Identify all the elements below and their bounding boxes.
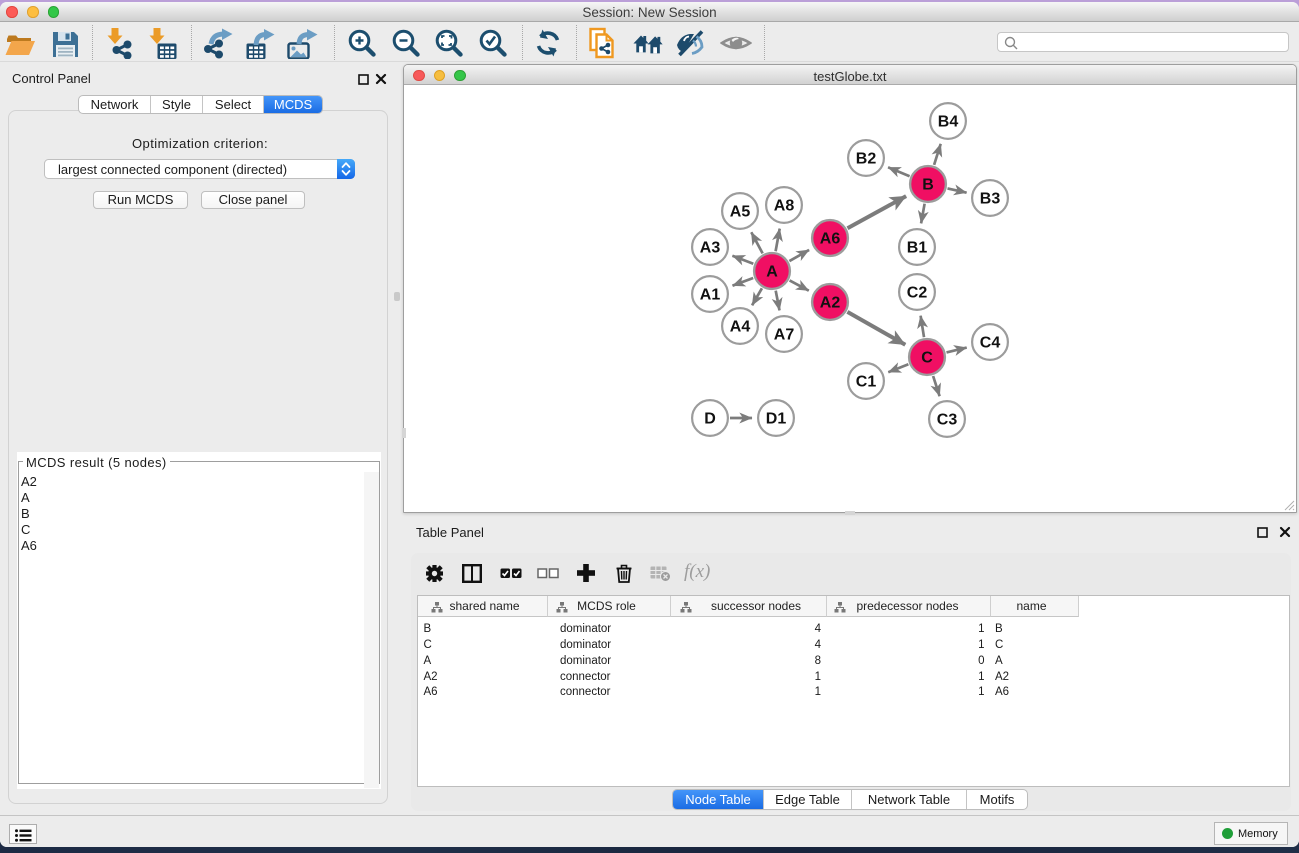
- svg-text:B: B: [922, 177, 934, 194]
- svg-text:B2: B2: [856, 151, 877, 168]
- svg-text:A: A: [766, 264, 778, 281]
- svg-text:A4: A4: [730, 319, 751, 336]
- svg-text:A5: A5: [730, 204, 751, 221]
- svg-text:A7: A7: [774, 327, 795, 344]
- svg-text:A1: A1: [700, 287, 721, 304]
- svg-text:C4: C4: [980, 335, 1001, 352]
- svg-text:C: C: [921, 350, 933, 367]
- svg-text:C2: C2: [907, 285, 928, 302]
- svg-text:C1: C1: [856, 374, 877, 391]
- svg-text:B3: B3: [980, 191, 1001, 208]
- svg-text:A6: A6: [820, 231, 841, 248]
- svg-text:A8: A8: [774, 198, 795, 215]
- svg-text:A3: A3: [700, 240, 721, 257]
- svg-text:D1: D1: [766, 411, 787, 428]
- svg-text:D: D: [704, 411, 716, 428]
- svg-text:B1: B1: [907, 240, 928, 257]
- svg-text:A2: A2: [820, 295, 841, 312]
- svg-text:C3: C3: [937, 412, 958, 429]
- svg-text:B4: B4: [938, 114, 959, 131]
